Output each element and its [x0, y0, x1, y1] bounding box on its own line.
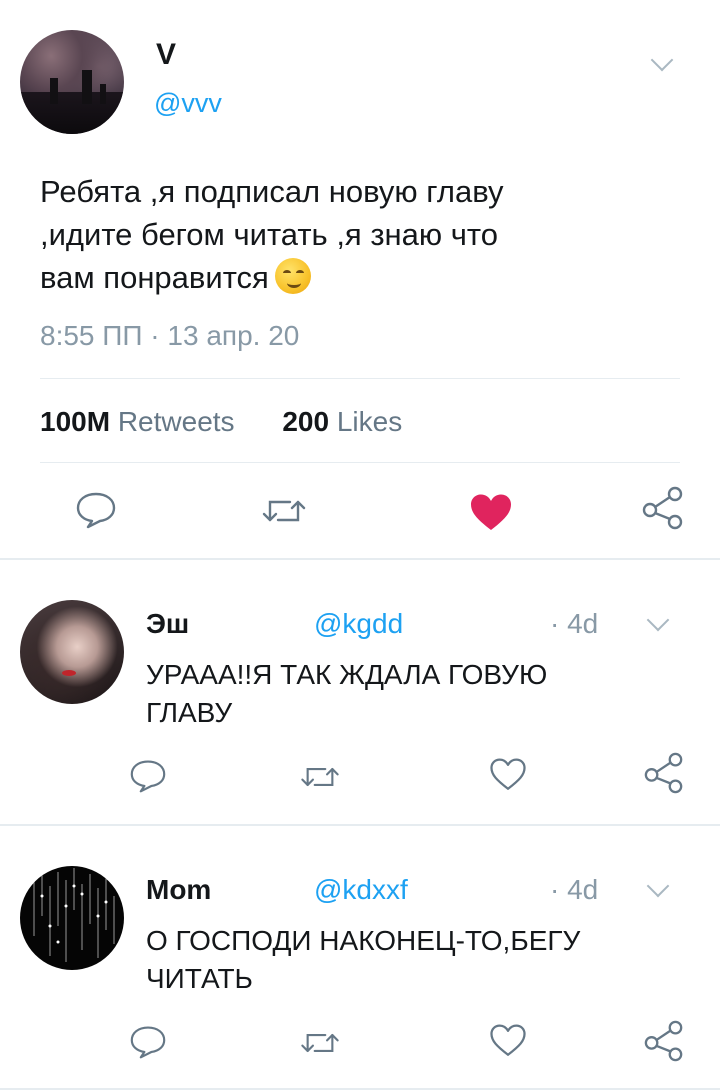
like-heart-filled-icon[interactable]: [468, 492, 514, 532]
share-icon[interactable]: [642, 752, 686, 794]
reply-icon[interactable]: [128, 1024, 168, 1060]
retweets-stat[interactable]: 100M Retweets: [40, 406, 235, 437]
separator: [0, 824, 720, 826]
share-icon[interactable]: [640, 486, 686, 530]
tweet-text: Ребята ,я подписал новую главу ,идите бе…: [40, 170, 510, 299]
reply-text: УРААА!!Я ТАК ЖДАЛА ГОВУЮ ГЛАВУ: [146, 659, 548, 728]
author-name[interactable]: V: [156, 38, 176, 72]
reply-author-name[interactable]: Эш: [146, 608, 189, 640]
share-icon[interactable]: [642, 1020, 686, 1062]
author-handle[interactable]: @vvv: [154, 88, 222, 119]
tweet-stats: 100M Retweets 200 Likes: [40, 406, 402, 438]
likes-count: 200: [282, 406, 330, 437]
reply-avatar[interactable]: [20, 600, 124, 704]
retweets-count: 100M: [40, 406, 111, 437]
rain-pattern-image: [33, 868, 115, 962]
separator: [0, 1088, 720, 1090]
likes-label: Likes: [336, 406, 403, 437]
divider: [40, 462, 680, 463]
separator: [0, 558, 720, 560]
chevron-down-icon[interactable]: [646, 874, 670, 898]
reply-icon[interactable]: [128, 758, 168, 794]
reply-author-handle[interactable]: @kgdd: [314, 608, 403, 640]
like-heart-icon[interactable]: [488, 1022, 528, 1058]
tweet-timestamp: 8:55 ПП · 13 апр. 20: [40, 320, 300, 351]
retweet-icon[interactable]: [300, 762, 340, 792]
divider: [40, 378, 680, 379]
likes-stat[interactable]: 200 Likes: [282, 406, 402, 437]
tweet-text-body: Ребята ,я подписал новую главу ,идите бе…: [40, 174, 504, 295]
retweet-icon[interactable]: [262, 494, 306, 528]
reply-text: О ГОСПОДИ НАКОНЕЦ-ТО,БЕГУ ЧИТАТЬ: [146, 925, 581, 994]
reply-time: · 4d: [550, 874, 599, 905]
smirking-face-emoji-icon: [274, 258, 311, 294]
reply-author-name[interactable]: Mom: [146, 874, 211, 906]
reply-author-handle[interactable]: @kdxxf: [314, 874, 408, 906]
like-heart-icon[interactable]: [488, 756, 528, 792]
reply-avatar[interactable]: [20, 866, 124, 970]
chevron-down-icon[interactable]: [650, 48, 674, 72]
retweets-label: Retweets: [117, 406, 235, 437]
chevron-down-icon[interactable]: [646, 608, 670, 632]
author-avatar[interactable]: [20, 30, 124, 134]
retweet-icon[interactable]: [300, 1028, 340, 1058]
reply-time: · 4d: [550, 608, 599, 639]
reply-icon[interactable]: [74, 490, 118, 530]
